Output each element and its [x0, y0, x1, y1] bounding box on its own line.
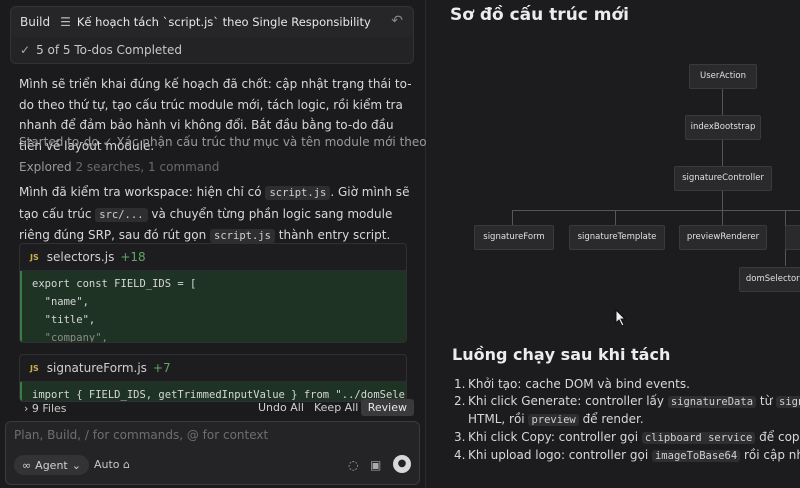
node-signatureform: signatureForm: [474, 225, 554, 250]
connector: [722, 210, 723, 225]
node-clipped: [785, 225, 800, 250]
check-circle-icon: ✓: [102, 135, 117, 149]
todo-status-bar[interactable]: ✓ 5 of 5 To-dos Completed: [10, 37, 414, 64]
diagram-panel: Sơ đồ cấu trúc mới UserAction indexBoots…: [426, 0, 800, 488]
started-todo-row: Started to-do ✓ Xác nhận cấu trúc thư mụ…: [19, 135, 456, 149]
lines-added: +18: [120, 250, 146, 264]
changes-bar: › 9 Files Undo All Keep All Review: [10, 398, 414, 418]
node-domselectors: domSelectors: [739, 267, 800, 292]
check-circle-icon: ✓: [20, 43, 31, 57]
connector: [722, 139, 723, 168]
mode-label[interactable]: Build: [20, 15, 50, 29]
js-file-icon: JS: [30, 252, 39, 262]
files-count: 9 Files: [31, 401, 67, 415]
text: thành entry script.: [278, 228, 391, 242]
list-item: 2. Khi click Generate: controller lấy sig…: [450, 393, 800, 411]
agent-label: Agent: [35, 458, 68, 472]
chevron-down-icon: ⌄: [71, 458, 81, 472]
inline-code: script.js: [210, 229, 275, 243]
file-diff-card[interactable]: JS selectors.js +18 export const FIELD_I…: [19, 243, 407, 343]
code-line: "name",: [32, 296, 89, 308]
plan-list-icon: ☰: [60, 15, 71, 29]
review-button[interactable]: Review: [360, 399, 414, 416]
chat-panel: Build ☰ Kế hoạch tách `script.js` theo S…: [0, 0, 456, 488]
inline-code: src/...: [95, 207, 148, 222]
keep-all-button[interactable]: Keep All: [314, 398, 358, 418]
inline-code: signatureFo: [776, 396, 800, 408]
connector: [722, 88, 723, 117]
text: Khi click Generate: controller lấy: [468, 394, 665, 408]
image-icon[interactable]: ▣: [370, 458, 381, 472]
text: Khởi tạo: cache DOM và bind events.: [468, 377, 690, 391]
list-item: 4. Khi upload logo: controller gọi imageT…: [450, 447, 800, 465]
lock-icon: ⌂: [123, 458, 131, 471]
js-file-icon: JS: [30, 363, 39, 373]
file-name: selectors.js: [46, 250, 115, 264]
explored-detail: 2 searches, 1 command: [75, 160, 220, 174]
infinity-icon: ∞: [22, 458, 32, 472]
list-item-continued: HTML, rồi preview để render.: [450, 411, 800, 429]
files-changed-toggle[interactable]: › 9 Files: [24, 402, 67, 415]
text: để render.: [582, 412, 644, 426]
connector: [722, 190, 723, 210]
connector: [615, 210, 616, 225]
text: Khi upload logo: controller gọi: [468, 448, 649, 462]
text: rồi cập nhật inpu: [744, 448, 800, 462]
inline-code: script.js: [265, 186, 331, 200]
node-useraction: UserAction: [689, 64, 757, 89]
text: Mình đã kiểm tra workspace: hiện chỉ có: [19, 185, 262, 199]
explored-label: Explored: [19, 160, 72, 174]
node-previewrenderer: previewRenderer: [679, 225, 767, 250]
agent-mode-dropdown[interactable]: ∞ Agent ⌄: [14, 455, 89, 475]
started-todo-text: Xác nhận cấu trúc thư mục và tên module …: [116, 135, 456, 149]
inline-code: imageToBase64: [651, 450, 741, 462]
workspace-message: Mình đã kiểm tra workspace: hiện chỉ có …: [19, 182, 414, 247]
plan-header[interactable]: Build ☰ Kế hoạch tách `script.js` theo S…: [10, 6, 414, 38]
undo-all-button[interactable]: Undo All: [258, 398, 304, 418]
list-item: 3. Khi click Copy: controller gọi clipboa…: [450, 429, 800, 447]
file-diff-card[interactable]: JS signatureForm.js +7 import { FIELD_ID…: [19, 354, 407, 402]
diagram-title: Sơ đồ cấu trúc mới: [450, 5, 630, 25]
text: từ: [759, 394, 773, 408]
plan-title: Kế hoạch tách `script.js` theo Single Re…: [76, 15, 371, 29]
flow-list: 1. Khởi tạo: cache DOM và bind events. 2.…: [450, 376, 800, 465]
flow-subtitle: Luồng chạy sau khi tách: [452, 345, 671, 364]
explored-row[interactable]: Explored 2 searches, 1 command: [19, 160, 219, 174]
diff-code: export const FIELD_IDS = [ "name", "titl…: [20, 271, 406, 343]
todo-status-text: 5 of 5 To-dos Completed: [36, 43, 183, 57]
chat-input[interactable]: Plan, Build, / for commands, @ for conte…: [14, 428, 268, 442]
inline-code: signatureData: [667, 396, 757, 408]
undo-icon[interactable]: ↶: [391, 13, 403, 29]
text: HTML, rồi: [468, 412, 525, 426]
auto-model-selector[interactable]: Auto ⌂: [94, 458, 130, 471]
list-item: 1. Khởi tạo: cache DOM và bind events.: [454, 377, 690, 391]
text: để copy từ ou: [759, 430, 800, 444]
spinner-icon: ◌: [348, 458, 359, 472]
node-signaturecontroller: signatureController: [674, 166, 772, 191]
node-signaturetemplate: signatureTemplate: [569, 225, 665, 250]
code-line: "title",: [32, 314, 96, 326]
microphone-icon[interactable]: ●: [393, 455, 411, 473]
code-line: "company",: [32, 332, 108, 343]
inline-code: preview: [528, 414, 579, 426]
file-name: signatureForm.js: [46, 361, 147, 375]
connector: [512, 210, 800, 211]
inline-code: clipboard service: [641, 432, 756, 444]
file-diff-header[interactable]: JS selectors.js +18: [20, 244, 406, 271]
file-diff-header[interactable]: JS signatureForm.js +7: [20, 355, 406, 382]
mouse-cursor-icon: [615, 309, 627, 327]
auto-label: Auto: [94, 458, 120, 471]
lines-added: +7: [152, 361, 171, 375]
text: Khi click Copy: controller gọi: [468, 430, 639, 444]
node-indexbootstrap: indexBootstrap: [685, 115, 761, 140]
code-line: export const FIELD_IDS = [: [32, 278, 197, 290]
started-label: Started to-do: [19, 135, 99, 149]
connector: [512, 210, 513, 225]
chat-input-box[interactable]: Plan, Build, / for commands, @ for conte…: [5, 421, 420, 485]
